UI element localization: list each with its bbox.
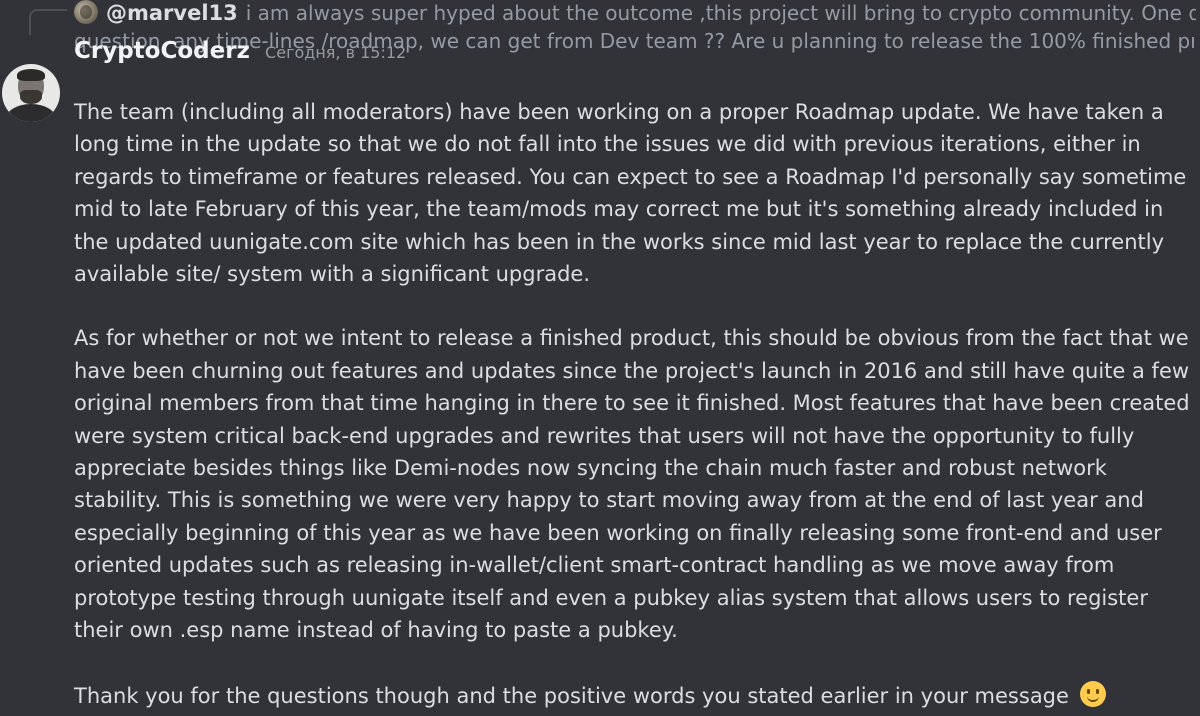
message-paragraph-3: Thank you for the questions though and t… <box>74 680 1198 712</box>
reply-preview[interactable]: @marvel13 i am always super hyped about t… <box>106 0 1196 26</box>
author-avatar[interactable] <box>2 64 60 122</box>
message-header: CryptoCoderz Сегодня, в 15:12 <box>74 36 406 66</box>
message-paragraph-3-text: Thank you for the questions though and t… <box>74 683 1069 708</box>
reply-username[interactable]: @marvel13 <box>106 1 238 25</box>
message-paragraph-2: As for whether or not we intent to relea… <box>74 326 1190 643</box>
message-content: The team (including all moderators) have… <box>74 96 1198 712</box>
reply-connector <box>29 9 67 35</box>
reply-text-line1: i am always super hyped about the outcom… <box>245 1 1196 25</box>
slightly-smiling-face-icon <box>1079 680 1106 707</box>
reply-avatar[interactable] <box>74 0 98 24</box>
message-timestamp[interactable]: Сегодня, в 15:12 <box>265 43 406 62</box>
author-name[interactable]: CryptoCoderz <box>74 38 250 64</box>
message-paragraph-1: The team (including all moderators) have… <box>74 100 1187 287</box>
